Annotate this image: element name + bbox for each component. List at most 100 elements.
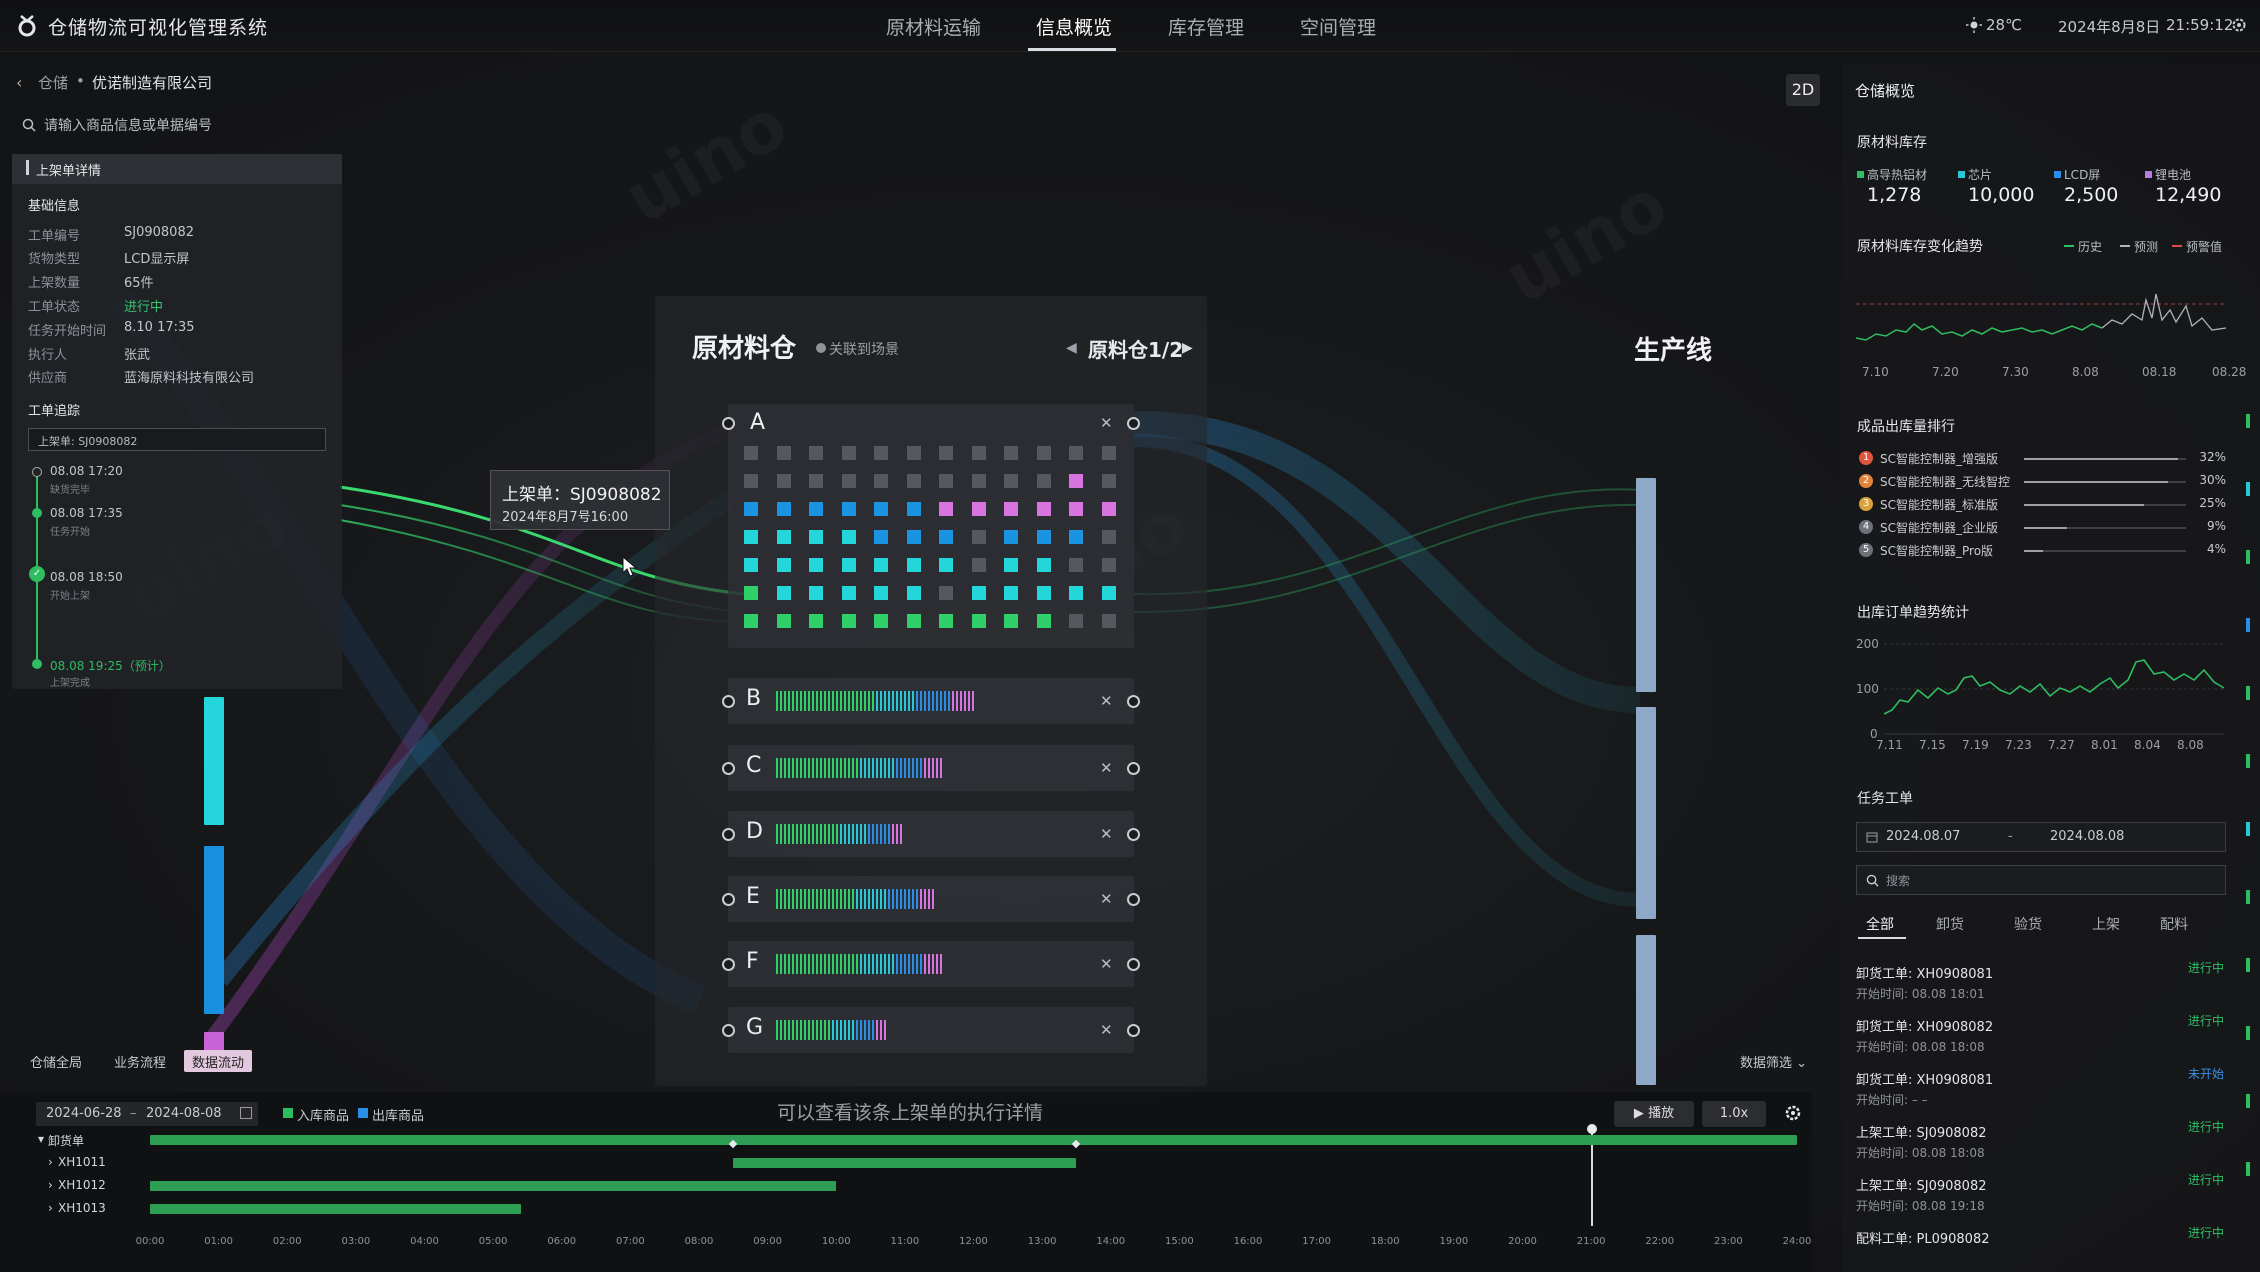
shelf-slot[interactable] [1101,502,1116,516]
work-order-title[interactable]: 上架工单: SJ0908082 [1856,1175,1987,1194]
shelf-slot[interactable] [1069,558,1083,572]
shelf-slot[interactable] [1069,502,1083,516]
shelf-slot[interactable] [776,446,791,460]
nav-tab-transport[interactable]: 原材料运输 [886,13,981,40]
shelf-slot[interactable] [1004,474,1018,488]
timeline-row-label[interactable]: XH1013 [58,1201,106,1215]
pager-next-icon[interactable]: ▶ [1182,340,1193,356]
row-node-right[interactable] [1127,695,1140,708]
shelf-slot[interactable] [809,530,823,544]
row-node-left[interactable] [722,958,735,971]
shelf-slot[interactable] [1004,586,1018,600]
shelf-slot[interactable] [874,530,888,544]
task-tab-inspect[interactable]: 验货 [2014,914,2042,934]
timeline-row-toggle[interactable]: ▾ [38,1132,44,1146]
row-node-left[interactable] [722,1024,735,1037]
shelf-slot[interactable] [1101,586,1116,600]
row-node-right[interactable] [1127,762,1140,775]
work-order-title[interactable]: 卸货工单: XH0908082 [1856,1016,1993,1035]
row-node-left[interactable] [722,893,735,906]
shelf-slot[interactable] [874,586,888,600]
shelf-slot[interactable] [971,502,986,516]
row-node-right[interactable] [1127,958,1140,971]
shelf-slot[interactable] [874,474,888,488]
task-tab-shelve[interactable]: 上架 [2092,914,2120,934]
expand-icon[interactable]: ✕ [1100,890,1113,908]
shelf-slot[interactable] [906,502,921,516]
task-search-input[interactable] [1856,865,2226,895]
link-to-scene[interactable]: 关联到场景 [829,339,899,359]
expand-icon[interactable]: ✕ [1100,955,1113,973]
shelf-slot[interactable] [939,474,953,488]
task-tab-batch[interactable]: 配料 [2160,914,2188,934]
shelf-slot[interactable] [744,586,758,600]
timeline-row-label[interactable]: XH1011 [58,1155,106,1169]
shelf-slot[interactable] [1101,446,1116,460]
row-node-right[interactable] [1127,417,1140,430]
nav-tab-overview[interactable]: 信息概览 [1036,13,1112,40]
shelf-slot[interactable] [874,558,888,572]
nav-tab-inventory[interactable]: 库存管理 [1168,13,1244,40]
speed-button[interactable]: 1.0x [1702,1101,1766,1127]
shelf-slot[interactable] [1069,614,1083,628]
shelf-slot[interactable] [939,530,953,544]
shelf-slot[interactable] [939,614,953,628]
shelf-slot[interactable] [906,586,921,600]
shelf-slot[interactable] [1069,474,1083,488]
shelf-slot[interactable] [1069,530,1083,544]
shelf-slot[interactable] [809,614,823,628]
row-node-left[interactable] [722,417,735,430]
shelf-slot[interactable] [971,474,986,488]
timeline-bar[interactable] [733,1158,1077,1168]
row-node-right[interactable] [1127,828,1140,841]
shelf-slot[interactable] [1036,502,1051,516]
timeline-row-toggle[interactable]: › [48,1201,53,1215]
nav-tab-space[interactable]: 空间管理 [1300,13,1376,40]
shelf-slot[interactable] [841,502,856,516]
expand-icon[interactable]: ✕ [1100,692,1113,710]
shelf-slot[interactable] [1101,558,1116,572]
shelf-slot[interactable] [841,474,856,488]
shelf-slot[interactable] [776,474,791,488]
play-button[interactable]: ▶ 播放 [1614,1101,1694,1127]
timeline-row-label[interactable]: 卸货单 [48,1132,84,1149]
shelf-slot[interactable] [841,558,856,572]
timeline-row-label[interactable]: XH1012 [58,1178,106,1192]
work-order-title[interactable]: 卸货工单: XH0908081 [1856,1069,1993,1088]
timeline-bar[interactable] [150,1181,837,1191]
shelf-slot[interactable] [1036,530,1051,544]
tab-global[interactable]: 仓储全局 [22,1050,90,1072]
shelf-slot[interactable] [744,474,758,488]
shelf-slot[interactable] [1036,558,1051,572]
shelf-slot[interactable] [874,614,888,628]
shelf-slot[interactable] [971,614,986,628]
shelf-slot[interactable] [1036,614,1051,628]
shelf-slot[interactable] [906,474,921,488]
shelf-slot[interactable] [841,530,856,544]
shelf-slot[interactable] [1004,502,1018,516]
shelf-slot[interactable] [1101,530,1116,544]
timeline-row-toggle[interactable]: › [48,1178,53,1192]
shelf-slot[interactable] [874,502,888,516]
breadcrumb-parent[interactable]: 仓储 [38,72,68,93]
data-filter-dropdown[interactable]: 数据筛选 ⌄ [1740,1052,1807,1071]
shelf-slot[interactable] [1069,586,1083,600]
shelf-slot[interactable] [841,446,856,460]
shelf-slot[interactable] [841,586,856,600]
shelf-slot[interactable] [1004,446,1018,460]
row-node-left[interactable] [722,828,735,841]
row-node-right[interactable] [1127,893,1140,906]
shelf-slot[interactable] [744,530,758,544]
shelf-slot[interactable] [809,586,823,600]
row-node-left[interactable] [722,695,735,708]
shelf-slot[interactable] [809,446,823,460]
shelf-slot[interactable] [1036,586,1051,600]
shelf-slot[interactable] [1036,446,1051,460]
shelf-slot[interactable] [971,530,986,544]
shelf-slot[interactable] [841,614,856,628]
shelf-slot[interactable] [1069,446,1083,460]
work-order-title[interactable]: 配料工单: PL0908082 [1856,1228,1990,1247]
view-2d-toggle[interactable]: 2D [1786,74,1820,106]
expand-icon[interactable]: ✕ [1100,414,1113,432]
back-arrow-icon[interactable]: ‹ [16,73,22,92]
